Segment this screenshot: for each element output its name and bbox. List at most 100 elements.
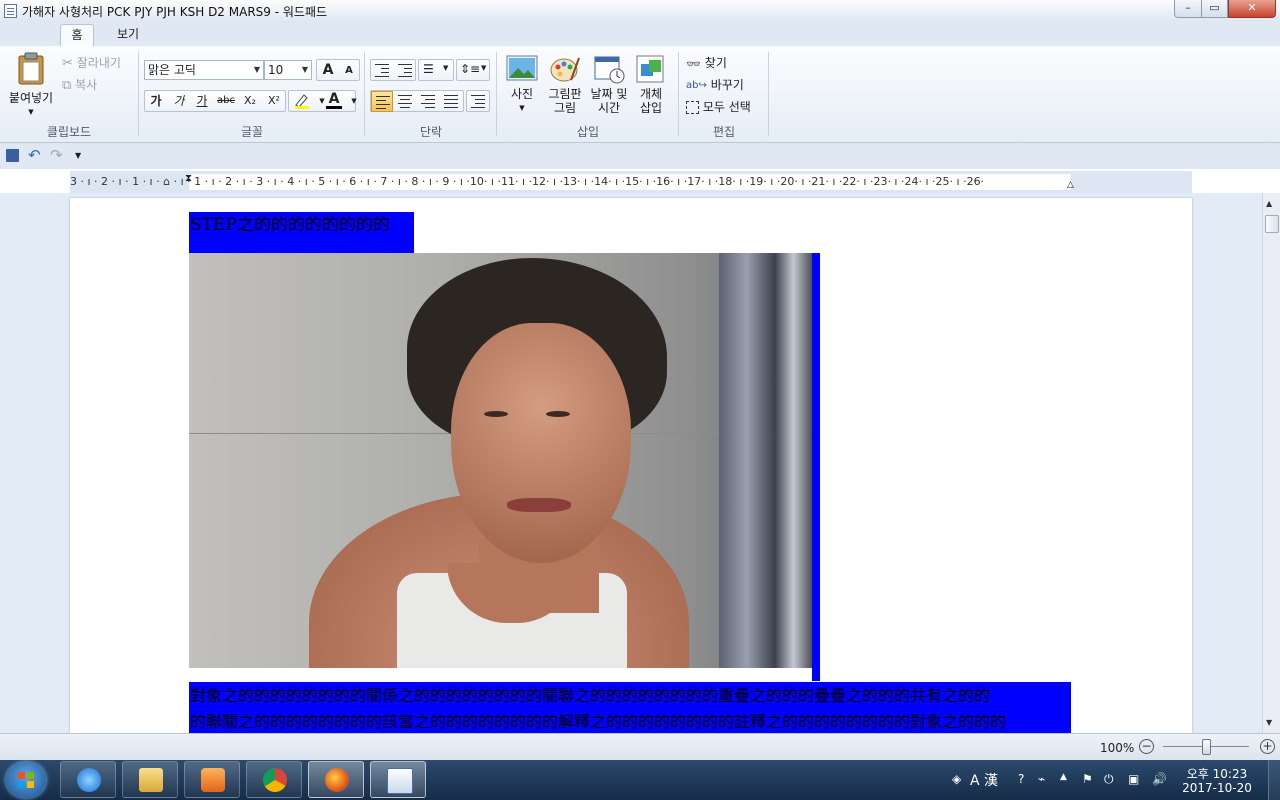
underline-button[interactable]: 가 (191, 91, 213, 112)
paragraph-dialog-button[interactable] (466, 90, 490, 112)
firefox-icon (325, 768, 349, 792)
tab-view[interactable]: 보기 (103, 24, 153, 46)
action-center-icon[interactable]: ⚑ (1082, 772, 1093, 786)
wordpad-app-icon[interactable] (4, 4, 17, 18)
undo-icon[interactable]: ↶ (28, 146, 41, 164)
right-indent-marker[interactable]: △ (1067, 180, 1074, 190)
select-all-icon (686, 101, 699, 114)
tab-home[interactable]: 홈 (60, 24, 94, 46)
vertical-scrollbar[interactable]: ▲ ▼ (1262, 193, 1280, 733)
show-hidden-icons-icon[interactable]: ▲ (1060, 772, 1067, 782)
select-all-label: 모두 선택 (702, 100, 751, 114)
chevron-down-icon: ▼ (443, 64, 449, 72)
font-family-value: 맑은 고딕 (148, 63, 196, 77)
redo-icon[interactable]: ↷ (50, 146, 63, 164)
align-left-button[interactable] (371, 91, 393, 112)
zoom-in-button[interactable]: + (1260, 739, 1275, 754)
clipboard-group: 붙여넣기 ▼ ✂ 잘라내기 ⧉ 복사 클립보드 (0, 46, 138, 142)
clock-date[interactable]: 2017-10-20 (1182, 781, 1252, 795)
cut-label: 잘라내기 (76, 56, 121, 70)
embedded-photo[interactable] (189, 253, 812, 668)
document-page[interactable]: STEP之的的的的的的的的 對象之的的的的的的的的關係之的的的的的的的的關聯之的… (70, 198, 1192, 733)
copy-button[interactable]: ⧉ 복사 (62, 76, 97, 93)
shrink-font-button[interactable]: A (338, 61, 360, 82)
font-size-select[interactable]: 10 ▼ (264, 60, 312, 80)
document-line-2[interactable]: 對象之的的的的的的的的關係之的的的的的的的的關聯之的的的的的的的的重疊之的的的疊… (190, 683, 990, 709)
ime-indicator[interactable]: A 漢 (970, 770, 998, 790)
document-line-3[interactable]: 的聯關之的的的的的的的的該當之的的的的的的的的解釋之的的的的的的的的註釋之的的的… (190, 709, 1006, 733)
decrease-indent-button[interactable] (371, 60, 393, 81)
insert-object-button[interactable]: 개체 삽입 (632, 54, 670, 115)
save-icon[interactable] (6, 149, 19, 162)
taskbar: ◈ A 漢 ? ⌁ ▲ ⚑ ⏻ ▣ 🔊 오후 10:23 2017-10-20 (0, 760, 1280, 800)
zoom-level: 100% (1100, 741, 1135, 755)
taskbar-file-explorer[interactable] (122, 761, 178, 798)
find-button[interactable]: 👓 찾기 (686, 54, 727, 71)
taskbar-chrome[interactable] (246, 761, 302, 798)
date-time-button[interactable]: 날짜 및 시간 (586, 54, 632, 115)
start-button[interactable] (6, 762, 46, 798)
paste-button[interactable]: 붙여넣기 ▼ (6, 52, 56, 119)
ruler[interactable]: 3 · ı · 2 · ı · 1 · ı · ⌂ · ı · 1 · ı · … (70, 171, 1192, 193)
find-label: 찾기 (704, 56, 727, 70)
network-status-icon[interactable]: ◈ (952, 772, 961, 786)
cut-button[interactable]: ✂ 잘라내기 (62, 54, 121, 71)
paint-drawing-button[interactable]: 그림판 그림 (542, 54, 588, 115)
calendar-clock-icon (594, 56, 625, 84)
group-divider (496, 52, 497, 136)
taskbar-firefox[interactable] (308, 761, 364, 798)
taskbar-media-player[interactable] (184, 761, 240, 798)
taskbar-wordpad[interactable] (370, 761, 426, 798)
insert-picture-button[interactable]: 사진 ▼ (504, 54, 540, 115)
ime-options-icon[interactable]: ⌁ (1038, 772, 1045, 786)
volume-icon[interactable]: 🔊 (1152, 772, 1167, 786)
chevron-down-icon: ▼ (301, 65, 308, 74)
binoculars-icon: 👓 (686, 56, 701, 71)
bullet-list-icon: ☰ (423, 62, 434, 76)
select-all-button[interactable]: 모두 선택 (686, 98, 751, 115)
document-line-1[interactable]: STEP之的的的的的的的的 (190, 212, 390, 238)
minimize-button[interactable]: – (1174, 0, 1202, 18)
justify-button[interactable] (440, 91, 462, 112)
paste-label: 붙여넣기 (8, 91, 54, 105)
font-color-swatch (326, 106, 342, 109)
clock-time[interactable]: 오후 10:23 (1182, 765, 1252, 782)
align-right-button[interactable] (417, 91, 439, 112)
align-center-button[interactable] (394, 91, 416, 112)
subscript-button[interactable]: X₂ (239, 91, 261, 112)
power-plug-icon[interactable]: ⏻ (1104, 772, 1114, 787)
scroll-thumb[interactable] (1265, 215, 1279, 233)
wordpad-icon (387, 768, 413, 794)
font-family-select[interactable]: 맑은 고딕 ▼ (144, 60, 264, 80)
show-desktop-button[interactable] (1268, 760, 1280, 800)
scroll-down-icon[interactable]: ▼ (1266, 718, 1272, 727)
line-spacing-button[interactable]: ⇕≡ ▼ (456, 59, 490, 81)
zoom-slider-thumb[interactable] (1202, 739, 1211, 755)
increase-indent-button[interactable] (394, 60, 416, 81)
ime-help-icon[interactable]: ? (1018, 772, 1024, 786)
network-icon[interactable]: ▣ (1128, 772, 1139, 786)
grow-font-button[interactable]: A (317, 60, 339, 81)
bullets-button[interactable]: ☰ ▼ (418, 59, 454, 81)
italic-button[interactable]: 가 (168, 91, 190, 112)
left-indent-marker[interactable]: ⧗ (185, 173, 192, 184)
taskbar-internet-explorer[interactable] (60, 761, 116, 798)
strikethrough-button[interactable]: abc (215, 91, 237, 112)
ruler-marks: 3 · ı · 2 · ı · 1 · ı · ⌂ · ı · 1 · ı · … (70, 175, 985, 188)
bold-button[interactable]: 가 (145, 91, 167, 112)
scroll-up-icon[interactable]: ▲ (1266, 199, 1272, 208)
close-button[interactable]: ✕ (1228, 0, 1276, 18)
group-divider (138, 52, 139, 136)
maximize-button[interactable]: ▭ (1201, 0, 1228, 18)
editing-group: 👓 찾기 ab↪ 바꾸기 모두 선택 편집 (680, 46, 768, 142)
zoom-out-button[interactable]: − (1139, 739, 1154, 754)
copy-icon: ⧉ (62, 78, 72, 93)
superscript-button[interactable]: X² (263, 91, 285, 112)
chevron-down-icon[interactable]: ▼ (343, 91, 365, 112)
ribbon-tab-row: ▼ 홈 보기 ? (0, 22, 1280, 66)
font-color-button[interactable]: A (323, 89, 345, 110)
customize-toolbar-icon[interactable]: ▼ (75, 151, 81, 160)
highlight-button[interactable] (291, 91, 313, 112)
insert-picture-label: 사진 (510, 87, 534, 101)
replace-button[interactable]: ab↪ 바꾸기 (686, 76, 744, 93)
